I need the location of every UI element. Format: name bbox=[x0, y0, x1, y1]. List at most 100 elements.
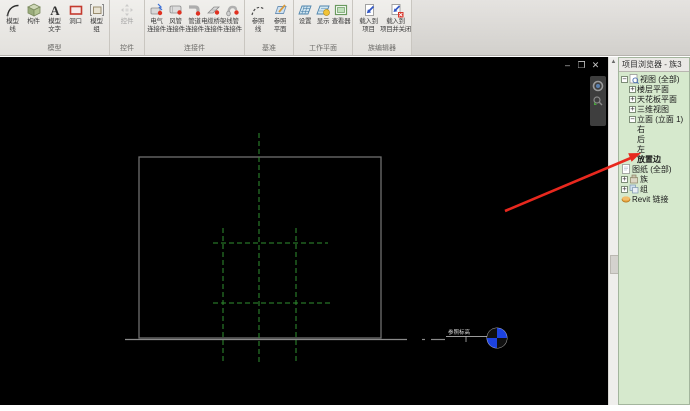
ribbon-button-label: 线 bbox=[9, 25, 16, 33]
elec-connector-icon bbox=[149, 2, 165, 18]
ribbon-empty-area bbox=[412, 0, 690, 55]
restore-button[interactable]: ❐ bbox=[577, 60, 586, 70]
opening-button[interactable]: 洞口 bbox=[65, 1, 86, 43]
conduit-connector-button[interactable]: 线管 连接件 bbox=[223, 1, 242, 43]
ribbon-button-label: 载入到 bbox=[359, 18, 378, 25]
elec-connector-button[interactable]: 电气 连接件 bbox=[147, 1, 166, 43]
ribbon-button-label: 洞口 bbox=[69, 18, 82, 25]
wp-set-icon bbox=[297, 2, 313, 18]
expand-icon[interactable]: + bbox=[629, 85, 636, 93]
ribbon-button-label: 连接件 bbox=[166, 25, 185, 33]
conduit-connector-icon bbox=[225, 2, 241, 18]
tree-item[interactable]: + 楼层平面 bbox=[619, 84, 689, 94]
ribbon-button-label: 项目并关闭 bbox=[380, 25, 412, 33]
ribbon-button-label: 风管 bbox=[169, 18, 182, 25]
ribbon-button-label: 线 bbox=[254, 25, 262, 33]
ribbon-panel: 模型线构件 A 模型 文字 洞口 模型组模型 bbox=[0, 0, 110, 55]
ribbon-button-label: 项目 bbox=[362, 25, 375, 33]
ribbon-panel-label: 模型 bbox=[47, 45, 62, 52]
pipe-connector-icon bbox=[187, 2, 203, 18]
tree-item[interactable]: 后 bbox=[619, 134, 689, 144]
ribbon-panel-label: 族编辑器 bbox=[368, 45, 396, 52]
tree-item-selected[interactable]: 放置边 bbox=[619, 154, 689, 164]
control-button[interactable]: 控件 bbox=[112, 1, 142, 43]
ribbon-button-label: 组 bbox=[93, 25, 100, 33]
ref-plane-button[interactable]: 参照 平面 bbox=[269, 1, 291, 43]
wp-viewer-icon bbox=[333, 2, 349, 18]
tree-item[interactable]: + 三维视图 bbox=[619, 104, 689, 114]
expand-icon[interactable]: + bbox=[629, 95, 636, 103]
tree-item[interactable]: + 组 bbox=[619, 184, 689, 194]
ribbon-button-label: 参照 bbox=[273, 18, 287, 25]
steering-wheel-icon[interactable] bbox=[592, 80, 604, 92]
ribbon-panel-label: 基准 bbox=[262, 45, 276, 52]
expand-icon[interactable]: + bbox=[621, 175, 628, 183]
wp-show-button[interactable]: 显示 bbox=[314, 1, 332, 43]
tree-item[interactable]: − 视图 (全部) bbox=[619, 74, 689, 84]
ref-plane-icon bbox=[272, 2, 288, 18]
tree-item[interactable]: 右 bbox=[619, 124, 689, 134]
group-icon bbox=[629, 184, 639, 194]
ribbon-button-label: 线管 bbox=[226, 18, 239, 25]
scroll-up-icon[interactable]: ▲ bbox=[609, 58, 618, 67]
ribbon-button-label: 显示 bbox=[316, 18, 330, 25]
ribbon-button-label: 平面 bbox=[273, 25, 287, 33]
svg-text:A: A bbox=[50, 3, 60, 18]
minimize-button[interactable]: – bbox=[563, 60, 572, 70]
ribbon-button-label: 文字 bbox=[48, 25, 61, 33]
load-close-button[interactable]: 载入到 项目并关闭 bbox=[380, 1, 412, 43]
project-browser-panel: 项目浏览器 - 族3 − 视图 (全部) + 楼层平面 + 天花板平面 + 三维视图 − 立面 (… bbox=[618, 57, 690, 405]
tree-item[interactable]: + 族 bbox=[619, 174, 689, 184]
expand-icon[interactable]: + bbox=[621, 185, 628, 193]
model-line-icon bbox=[5, 2, 21, 18]
duct-connector-button[interactable]: 风管 连接件 bbox=[166, 1, 185, 43]
model-group-icon bbox=[89, 2, 105, 18]
collapse-icon[interactable]: − bbox=[621, 75, 628, 83]
ribbon-button-label: 电气 bbox=[150, 18, 163, 25]
close-button[interactable]: ✕ bbox=[591, 60, 600, 70]
tree-item-label: 图纸 (全部) bbox=[632, 164, 672, 174]
zoom-icon[interactable] bbox=[592, 95, 604, 107]
tree-item[interactable]: − 立面 (立面 1) bbox=[619, 114, 689, 124]
tree-item[interactable]: 左 bbox=[619, 144, 689, 154]
ribbon-button-label: 构件 bbox=[27, 18, 40, 25]
tree-item[interactable]: 图纸 (全部) bbox=[619, 164, 689, 174]
component-button[interactable]: 构件 bbox=[23, 1, 44, 43]
load-project-button[interactable]: 载入到 项目 bbox=[355, 1, 382, 43]
tree-item[interactable]: Revit 链接 bbox=[619, 194, 689, 204]
wp-set-button[interactable]: 设置 bbox=[296, 1, 314, 43]
load-close-icon bbox=[388, 2, 404, 18]
ribbon-panel: 控件 控件 bbox=[110, 0, 145, 55]
ribbon-button-label: 模型 bbox=[48, 18, 61, 25]
wp-show-icon bbox=[315, 2, 331, 18]
reference-planes[interactable] bbox=[213, 133, 332, 362]
project-browser-tree: − 视图 (全部) + 楼层平面 + 天花板平面 + 三维视图 − 立面 (立面 1) 右后左放置边… bbox=[619, 72, 689, 204]
model-text-icon: A bbox=[47, 2, 63, 18]
ribbon-panel-label: 控件 bbox=[120, 45, 134, 52]
ribbon-button-label: 控件 bbox=[120, 18, 134, 25]
link-icon bbox=[621, 194, 631, 204]
tree-item[interactable]: + 天花板平面 bbox=[619, 94, 689, 104]
level-head-icon[interactable] bbox=[486, 327, 508, 349]
ribbon-button-label: 载入到 bbox=[386, 18, 405, 25]
wp-viewer-button[interactable]: 查看器 bbox=[331, 1, 351, 43]
expand-icon[interactable]: + bbox=[629, 105, 636, 113]
cable-tray-connector-button[interactable]: 电缆桥架 连接件 bbox=[201, 1, 226, 43]
ribbon-button-label: 连接件 bbox=[185, 25, 204, 33]
model-text-button[interactable]: A 模型 文字 bbox=[44, 1, 65, 43]
collapse-icon[interactable]: − bbox=[629, 115, 636, 123]
ref-line-button[interactable]: 参照线 bbox=[247, 1, 269, 43]
tree-item-label: Revit 链接 bbox=[632, 194, 669, 204]
sheet-icon bbox=[621, 164, 631, 174]
extrusion-profile-rectangle[interactable] bbox=[138, 156, 382, 339]
revit-family-editor-window: 模型线构件 A 模型 文字 洞口 模型组模型 控件 控件 电气 连接件 风管 连接件 管道 连接件 电缆桥架… bbox=[0, 0, 690, 411]
drawing-canvas[interactable]: 参照标高 – ❐ ✕ bbox=[0, 57, 608, 405]
ribbon-panel: 电气 连接件 风管 连接件 管道 连接件 电缆桥架 连接件 线管 连接件 连接件 bbox=[145, 0, 245, 55]
model-group-button[interactable]: 模型组 bbox=[86, 1, 107, 43]
component-icon bbox=[26, 2, 42, 18]
ribbon-button-label: 查看器 bbox=[331, 18, 351, 25]
canvas-scrollbar[interactable]: ▲ bbox=[608, 57, 619, 405]
ref-line-icon bbox=[250, 2, 266, 18]
ribbon-button-label: 模型 bbox=[90, 18, 103, 25]
model-line-button[interactable]: 模型线 bbox=[2, 1, 23, 43]
